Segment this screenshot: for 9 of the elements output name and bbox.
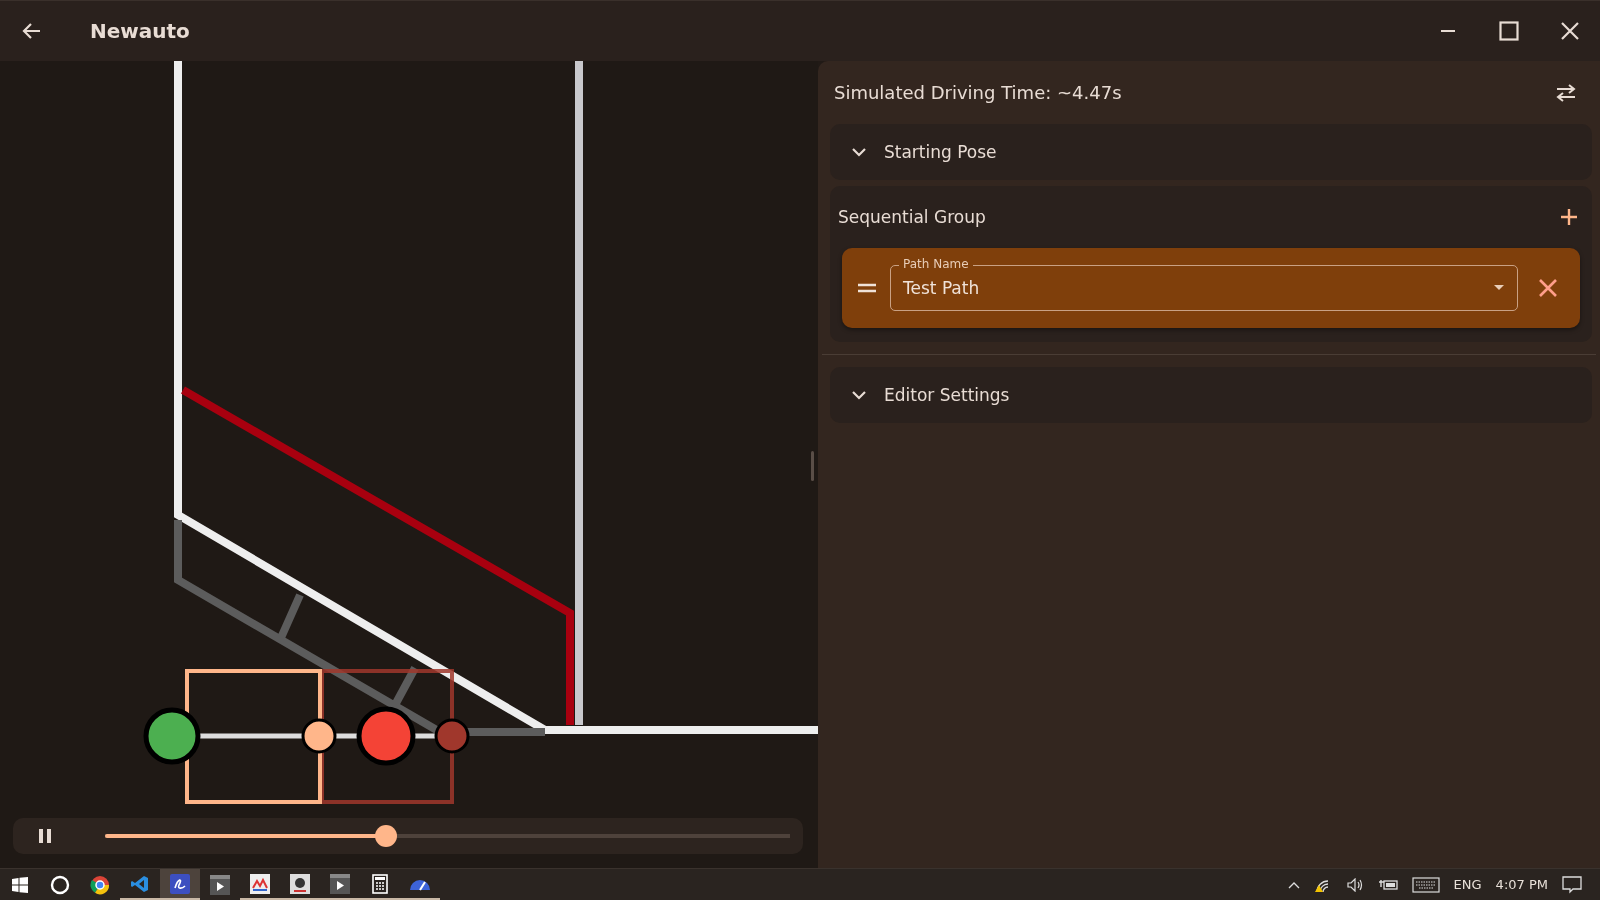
section-header[interactable]: Starting Pose [830,124,1592,180]
clock-text[interactable]: 4:07 PM [1495,877,1548,892]
section-header[interactable]: Editor Settings [830,367,1592,423]
driving-time-text: Simulated Driving Time: ~4.47s [834,82,1122,103]
dropdown-value: Test Path [903,278,980,298]
group-title: Sequential Group [838,207,986,227]
window-title: Newauto [90,19,190,43]
language-indicator[interactable]: ENG [1453,877,1482,892]
field-label: Path Name [899,257,973,271]
